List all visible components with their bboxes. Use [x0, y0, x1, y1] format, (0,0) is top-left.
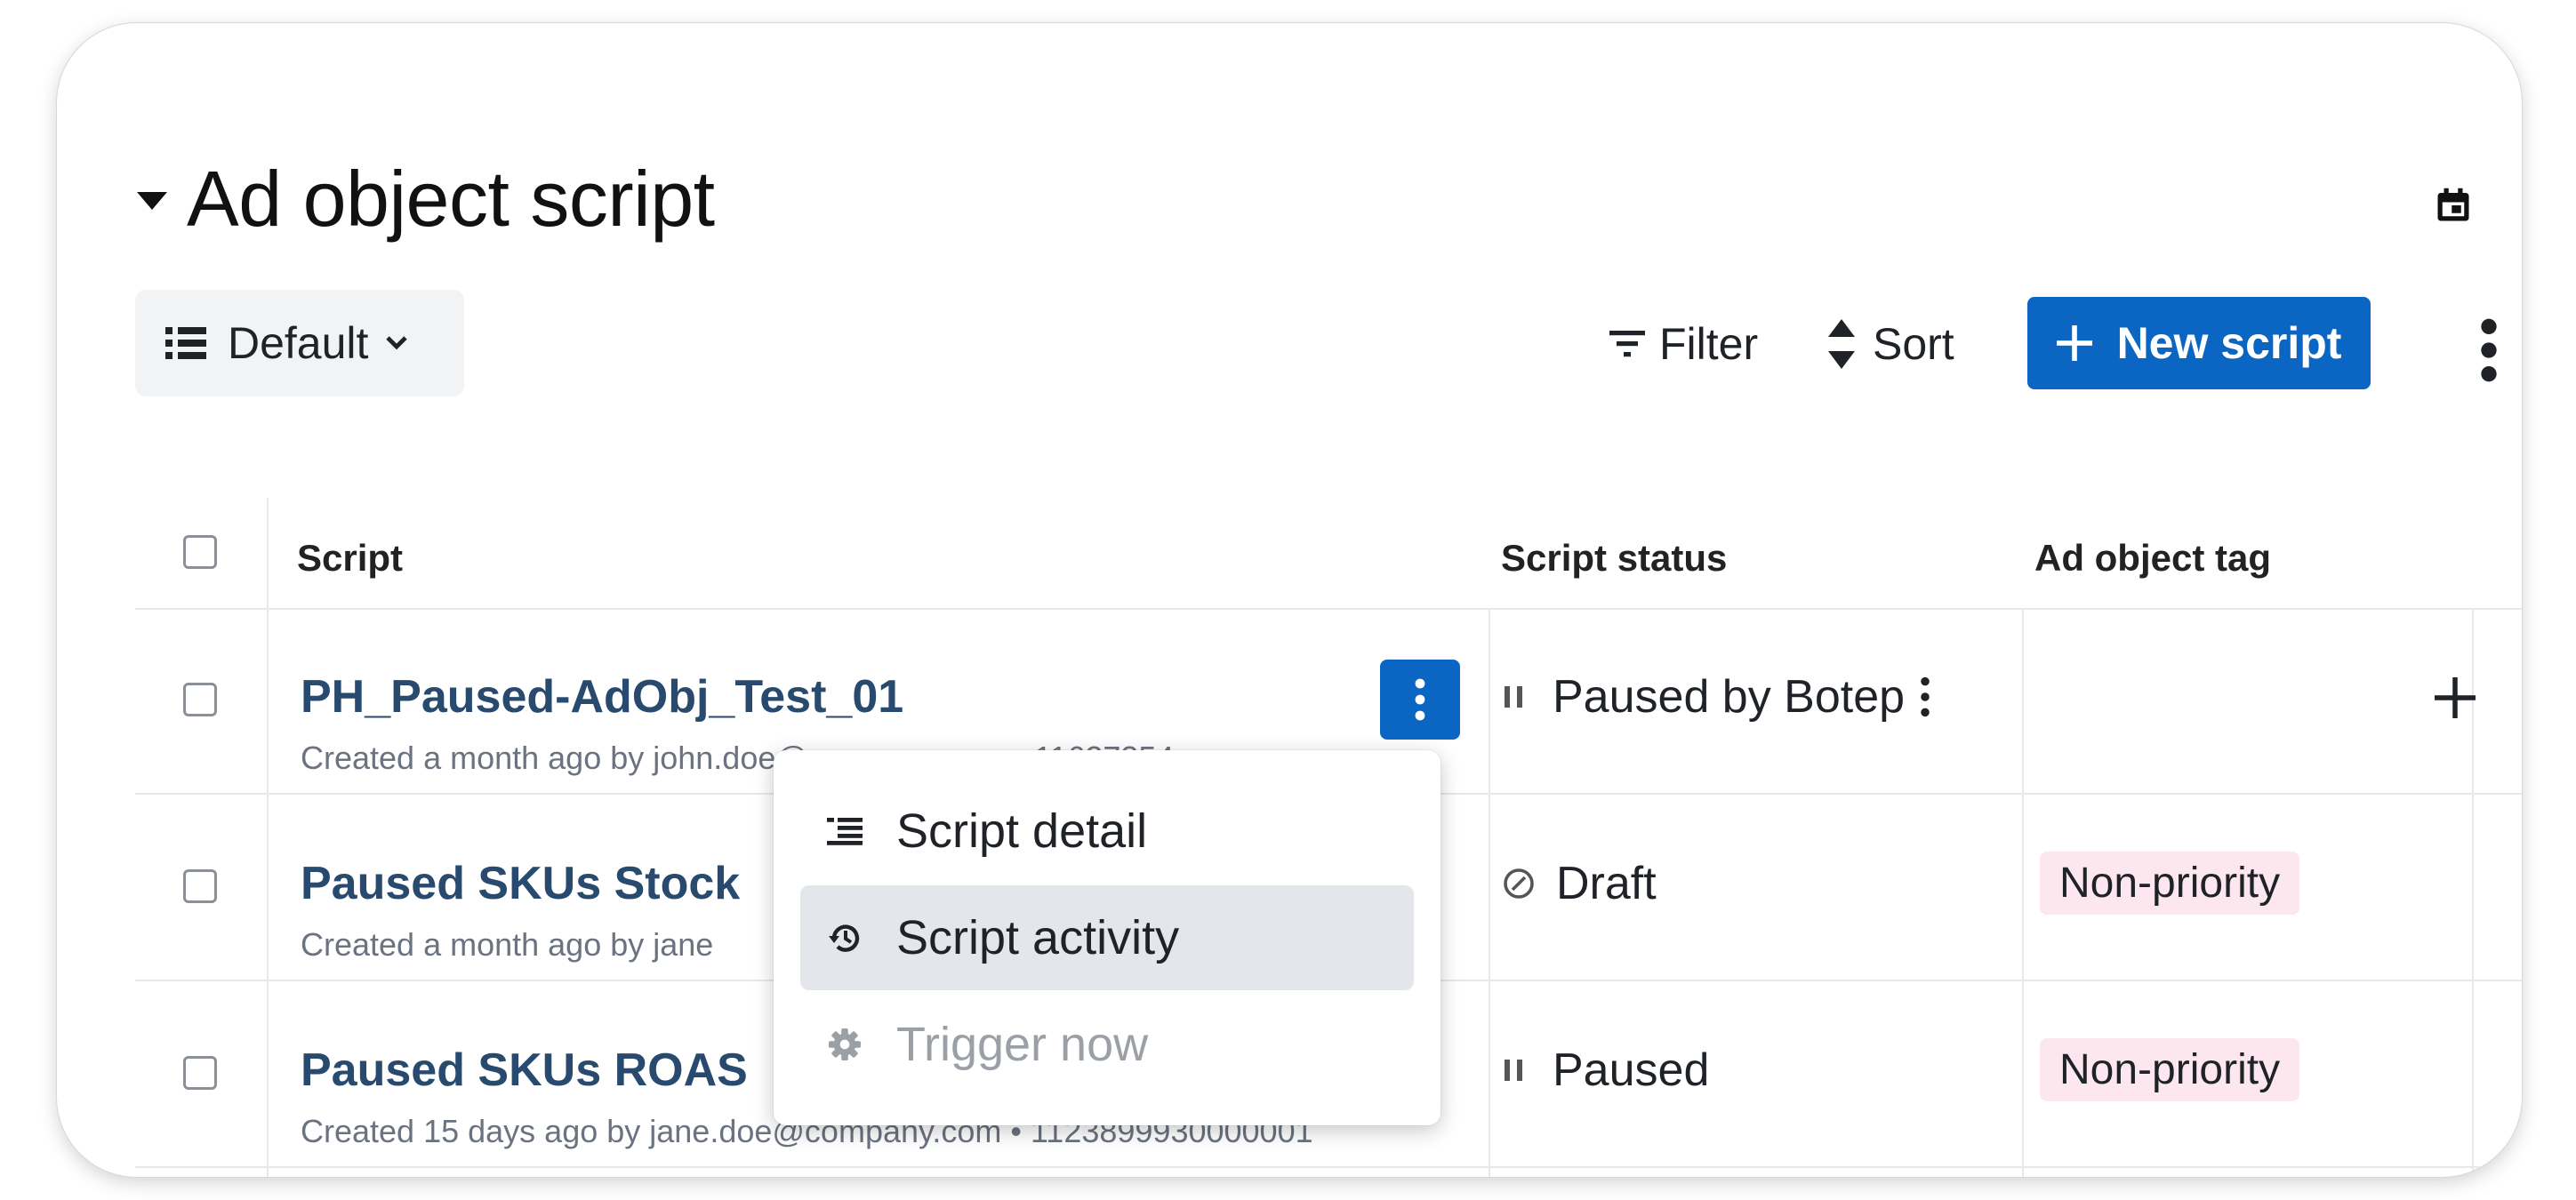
pause-icon [1505, 686, 1522, 708]
column-header-status[interactable]: Script status [1501, 537, 1727, 580]
status-cell: Draft [1503, 857, 1657, 910]
menu-item-script-activity[interactable]: Script activity [800, 885, 1414, 990]
calendar-icon[interactable] [2435, 187, 2472, 224]
column-header-tag[interactable]: Ad object tag [2034, 537, 2271, 580]
plus-icon [2056, 325, 2092, 361]
script-meta: Created a month ago by jane [301, 926, 714, 963]
section-header[interactable]: Ad object script [137, 137, 715, 261]
chevron-down-icon [386, 336, 408, 350]
script-name-link[interactable]: PH_Paused-AdObj_Test_01 [301, 670, 903, 724]
row-actions-menu: Script detail Script activity Trigger no… [774, 750, 1440, 1125]
status-label: Paused [1553, 1044, 1710, 1096]
list-view-icon [165, 327, 206, 359]
section-title: Ad object script [187, 155, 715, 243]
status-cell: Paused by Botep [1503, 670, 1931, 724]
script-name-link[interactable]: Paused SKUs ROAS [301, 1044, 748, 1097]
gear-icon [823, 1028, 866, 1061]
script-name-link[interactable]: Paused SKUs Stock [301, 857, 740, 910]
select-all-checkbox[interactable] [183, 535, 217, 569]
sort-label: Sort [1873, 319, 1954, 369]
status-cell: Paused [1503, 1044, 1709, 1097]
add-tag-icon[interactable] [2435, 677, 2476, 718]
history-icon [823, 920, 866, 956]
card: Ad object script Default Filter Sort New… [57, 23, 2522, 1177]
column-header-script[interactable]: Script [297, 537, 403, 580]
more-options-icon[interactable] [2476, 315, 2502, 386]
menu-item-trigger-now[interactable]: Trigger now [800, 992, 1414, 1097]
filter-label: Filter [1659, 319, 1759, 369]
pause-icon [1505, 1060, 1522, 1081]
new-script-label: New script [2116, 318, 2342, 368]
view-selector-label: Default [228, 318, 369, 368]
kebab-icon [1415, 678, 1425, 721]
sort-button[interactable]: Sort [1826, 295, 1954, 393]
menu-item-label: Script detail [896, 804, 1148, 858]
menu-item-label: Script activity [896, 911, 1180, 964]
new-script-button[interactable]: New script [2027, 297, 2371, 389]
row-actions-button[interactable] [1380, 660, 1460, 740]
collapse-caret-icon[interactable] [137, 192, 167, 210]
row-checkbox[interactable] [183, 683, 217, 716]
filter-icon [1609, 331, 1645, 357]
sort-icon [1828, 319, 1855, 369]
detail-list-icon [823, 816, 866, 846]
view-selector[interactable]: Default [135, 290, 464, 396]
status-label: Paused by Botep [1553, 671, 1906, 723]
menu-item-script-detail[interactable]: Script detail [800, 779, 1414, 884]
status-menu-icon[interactable] [1919, 674, 1931, 720]
row-checkbox[interactable] [183, 1056, 217, 1090]
filter-button[interactable]: Filter [1609, 295, 1758, 393]
menu-item-label: Trigger now [896, 1018, 1149, 1071]
priority-tag[interactable]: Non-priority [2040, 852, 2300, 915]
row-checkbox[interactable] [183, 869, 217, 903]
status-label: Draft [1556, 858, 1657, 909]
draft-icon [1504, 868, 1534, 899]
priority-tag[interactable]: Non-priority [2040, 1038, 2300, 1101]
